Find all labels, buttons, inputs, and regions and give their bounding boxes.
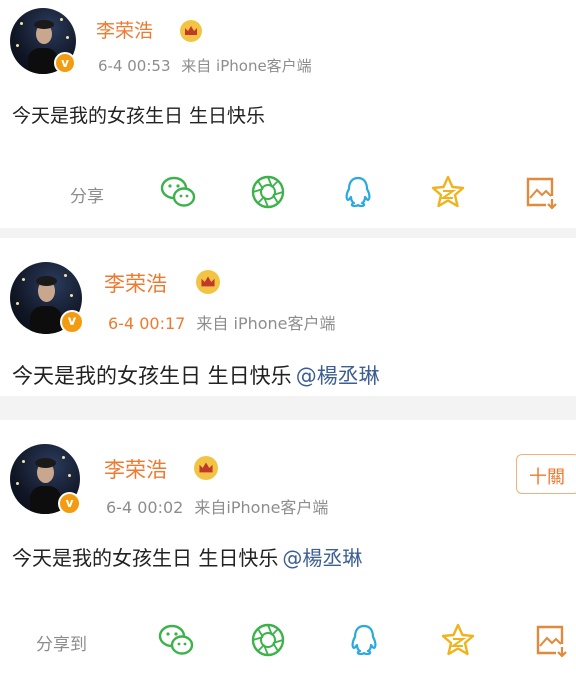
qzone-star-icon[interactable] [428, 172, 468, 212]
qq-icon[interactable] [344, 620, 384, 660]
author-name[interactable]: 李荣浩 [96, 16, 153, 43]
post-date: 6-4 00:17 [108, 314, 186, 333]
post-source: 来自 iPhone客户端 [196, 314, 336, 333]
save-image-icon[interactable] [530, 620, 570, 660]
post-meta: 6-4 00:53 来自 iPhone客户端 [98, 55, 318, 76]
verified-v-icon: v [58, 492, 81, 515]
follow-button[interactable]: 十關 [516, 454, 576, 494]
post-card-1: v 李荣浩 6-4 00:53 来自 iPhone客户端 今天是我的女孩生日 生… [0, 0, 576, 230]
post-text-body: 今天是我的女孩生日 生日快乐 [12, 105, 266, 127]
crown-badge-icon [196, 270, 220, 294]
wechat-icon[interactable] [158, 172, 198, 212]
qq-icon[interactable] [338, 172, 378, 212]
post-text-body: 今天是我的女孩生日 生日快乐 [12, 364, 292, 388]
post-meta: 6-4 00:17 来自 iPhone客户端 [108, 310, 342, 334]
divider [0, 396, 576, 420]
save-image-icon[interactable] [520, 172, 560, 212]
divider [0, 228, 576, 238]
mention-link[interactable]: @楊丞琳 [282, 546, 362, 570]
share-label: 分享 [70, 187, 104, 207]
moments-icon[interactable] [248, 620, 288, 660]
post-text-body: 今天是我的女孩生日 生日快乐 [12, 546, 279, 570]
post-source: 来自 iPhone客户端 [181, 57, 312, 75]
mention-link[interactable]: @楊丞琳 [296, 364, 380, 388]
verified-v-icon: v [54, 52, 76, 74]
author-name[interactable]: 李荣浩 [104, 454, 167, 484]
crown-badge-icon [180, 20, 202, 42]
share-bar: 分享 [0, 170, 576, 214]
author-name[interactable]: 李荣浩 [104, 268, 167, 298]
share-label: 分享到 [36, 635, 87, 655]
post-card-3: v 李荣浩 6-4 00:02 来自iPhone客户端 十關 今天是我的女孩生日… [0, 420, 576, 677]
post-meta: 6-4 00:02 来自iPhone客户端 [106, 494, 334, 518]
post-text: 今天是我的女孩生日 生日快乐 @楊丞琳 [12, 542, 362, 571]
verified-v-icon: v [60, 310, 84, 334]
post-source: 来自iPhone客户端 [194, 498, 329, 517]
post-date: 6-4 00:53 [98, 57, 171, 75]
crown-badge-icon [194, 456, 218, 480]
post-text: 今天是我的女孩生日 生日快乐 [12, 101, 265, 128]
post-card-2: v 李荣浩 6-4 00:17 来自 iPhone客户端 今天是我的女孩生日 生… [0, 238, 576, 398]
post-text: 今天是我的女孩生日 生日快乐 @楊丞琳 [12, 360, 380, 390]
share-bar: 分享到 [0, 618, 576, 662]
qzone-star-icon[interactable] [438, 620, 478, 660]
post-date: 6-4 00:02 [106, 498, 184, 517]
moments-icon[interactable] [248, 172, 288, 212]
wechat-icon[interactable] [156, 620, 196, 660]
